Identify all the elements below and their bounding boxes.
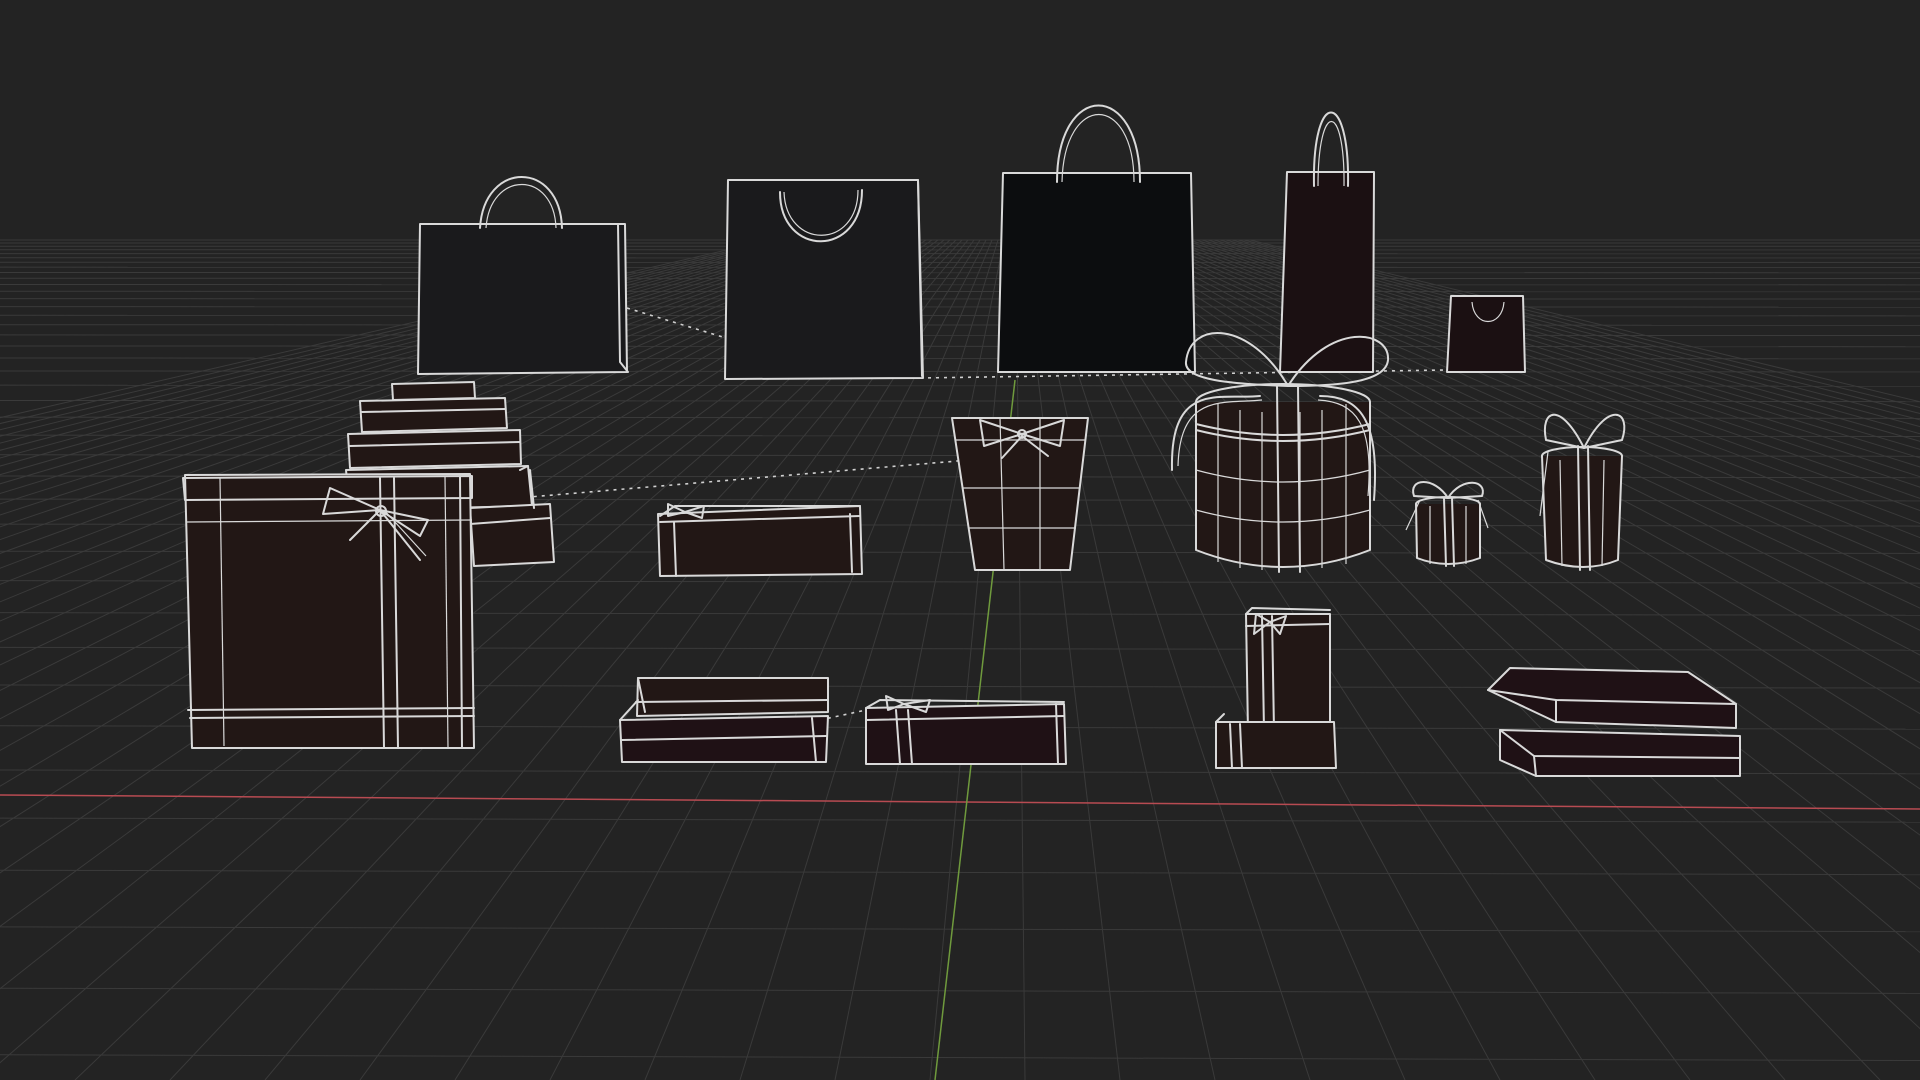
shopping-bag-square[interactable]: [724, 179, 924, 380]
grid-line: [0, 399, 1920, 403]
grid-line: [0, 869, 1920, 876]
grid-line: [0, 1054, 1920, 1061]
tall-gift-set[interactable]: [1215, 607, 1337, 769]
grid-line: [0, 370, 1920, 373]
open-lid-box[interactable]: [619, 677, 829, 763]
grid-line: [0, 345, 1920, 348]
shopping-bag-black[interactable]: [997, 104, 1196, 373]
grid-line: [0, 817, 1920, 823]
long-gift-box[interactable]: [657, 503, 863, 577]
large-gift-box[interactable]: [182, 473, 475, 749]
gift-bucket[interactable]: [951, 417, 1089, 571]
3d-viewport[interactable]: [0, 0, 1920, 1080]
grid-line: [0, 324, 1920, 326]
shopping-bag-mini[interactable]: [1446, 295, 1526, 373]
flat-lid-box[interactable]: [1487, 667, 1741, 777]
grid-line: [0, 926, 1920, 933]
grid-line: [0, 334, 1920, 337]
shopping-bag-wide[interactable]: [417, 176, 629, 375]
x-axis-line: [0, 794, 1920, 810]
shopping-bag-tall[interactable]: [1279, 111, 1375, 373]
grid-line: [0, 987, 1920, 994]
ribbon-bar-box[interactable]: [865, 695, 1067, 765]
wireframe-scene[interactable]: [0, 0, 1920, 1080]
grid-line: [0, 314, 1920, 317]
